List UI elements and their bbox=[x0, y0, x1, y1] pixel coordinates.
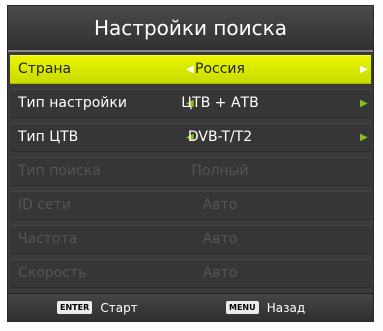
setting-label: Тип ЦТВ bbox=[18, 129, 79, 145]
setting-value: Авто bbox=[202, 265, 238, 281]
back-label: Назад bbox=[266, 300, 306, 315]
settings-list: Страна ◀ Россия ▶ Тип настройки ◀ ЦТВ + … bbox=[8, 55, 373, 293]
setting-label: Тип настройки bbox=[18, 95, 127, 111]
triangle-right-icon[interactable]: ▶ bbox=[360, 90, 368, 117]
setting-row-symbol-rate: Скорость Авто bbox=[10, 259, 371, 288]
setting-value: Авто bbox=[202, 231, 238, 247]
triangle-right-icon[interactable]: ▶ bbox=[360, 124, 368, 151]
setting-row-frequency: Частота Авто bbox=[10, 225, 371, 254]
setting-label: ID сети bbox=[18, 197, 71, 213]
setting-row-search-type: Тип поиска Полный bbox=[10, 157, 371, 186]
setting-value: ЦТВ + АТВ bbox=[181, 95, 259, 111]
setting-row-network-id: ID сети Авто bbox=[10, 191, 371, 220]
setting-label: Страна bbox=[18, 61, 72, 77]
setting-value: DVB-T/T2 bbox=[187, 129, 253, 145]
setting-label: Тип поиска bbox=[18, 163, 101, 179]
setting-label: Частота bbox=[18, 231, 78, 247]
button-hint-bar: ENTER Старт MENU Назад bbox=[8, 293, 373, 321]
setting-label: Скорость bbox=[18, 265, 87, 281]
start-label: Старт bbox=[100, 300, 138, 315]
setting-value: Авто bbox=[202, 197, 238, 213]
search-settings-menu: Настройки поиска Страна ◀ Россия ▶ Тип н… bbox=[7, 5, 374, 322]
triangle-right-icon[interactable]: ▶ bbox=[360, 56, 368, 83]
setting-value: Россия bbox=[195, 61, 245, 77]
menu-title: Настройки поиска bbox=[8, 6, 373, 52]
setting-row-country[interactable]: Страна ◀ Россия ▶ bbox=[10, 55, 371, 84]
setting-value: Полный bbox=[191, 163, 249, 179]
setting-row-tune-type[interactable]: Тип настройки ◀ ЦТВ + АТВ ▶ bbox=[10, 89, 371, 118]
start-hint[interactable]: ENTER Старт bbox=[57, 294, 138, 321]
setting-row-dtv-type[interactable]: Тип ЦТВ ◀ DVB-T/T2 ▶ bbox=[10, 123, 371, 152]
enter-key-icon: ENTER bbox=[57, 301, 93, 314]
menu-key-icon: MENU bbox=[226, 301, 259, 314]
back-hint[interactable]: MENU Назад bbox=[226, 294, 305, 321]
